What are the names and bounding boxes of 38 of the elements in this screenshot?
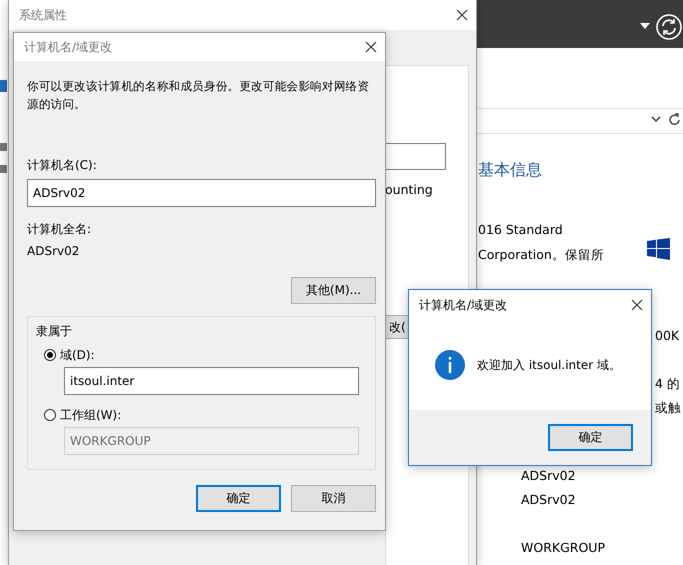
member-field[interactable]: WORKGROUP xyxy=(64,427,359,455)
workgroup-text: ounting xyxy=(385,182,433,197)
dialog-button[interactable]: 确定 xyxy=(196,485,281,512)
system-info-text: Corporation。保留所 xyxy=(478,247,604,264)
windows-logo-icon xyxy=(647,238,670,260)
computer-info-text: ADSrv02 xyxy=(521,468,576,483)
chevron-icon[interactable] xyxy=(651,116,661,123)
dialog-title: 计算机名/域更改 xyxy=(24,38,112,56)
message-title: 计算机名/域更改 xyxy=(419,296,508,314)
computer-info-text: ADSrv02 xyxy=(521,492,576,507)
computer-name-field[interactable]: ADSrv02 xyxy=(27,179,376,207)
field-label: 计算机名(C): xyxy=(27,157,98,173)
radio-label: 域(D): xyxy=(60,347,95,363)
description-text: 你可以更改该计算机的名称和成员身份。更改可能会影响对网络资源的访问。 xyxy=(27,78,370,113)
close-icon[interactable] xyxy=(456,9,468,21)
group-title: 隶属于 xyxy=(36,323,73,339)
computer-info-text: WORKGROUP xyxy=(521,540,605,555)
field-label: 计算机全名: xyxy=(27,221,92,237)
dialog-button[interactable]: 取消 xyxy=(291,485,376,512)
section-heading: 基本信息 xyxy=(478,160,542,181)
member-field[interactable]: itsoul.inter xyxy=(64,367,359,395)
info-icon xyxy=(435,350,465,380)
ok-button[interactable]: 确定 xyxy=(548,424,633,451)
close-icon[interactable] xyxy=(631,299,643,311)
radio-button[interactable] xyxy=(44,349,56,361)
system-info-text: 016 Standard xyxy=(478,222,563,237)
system-info-text: 00K xyxy=(655,328,680,343)
caret-icon[interactable] xyxy=(640,23,650,29)
system-info-text: 4 的 xyxy=(655,376,680,393)
radio-label: 工作组(W): xyxy=(60,407,122,423)
message-text: 欢迎加入 itsoul.inter 域。 xyxy=(477,357,621,373)
more-button[interactable]: 其他(M)... xyxy=(291,277,376,304)
refresh-icon[interactable] xyxy=(669,113,681,126)
close-icon[interactable] xyxy=(365,41,377,53)
window-title: 系统属性 xyxy=(19,6,67,24)
system-info-text: 或触 xyxy=(655,400,681,417)
radio-button[interactable] xyxy=(44,409,56,421)
full-name-text: ADSrv02 xyxy=(27,243,80,259)
